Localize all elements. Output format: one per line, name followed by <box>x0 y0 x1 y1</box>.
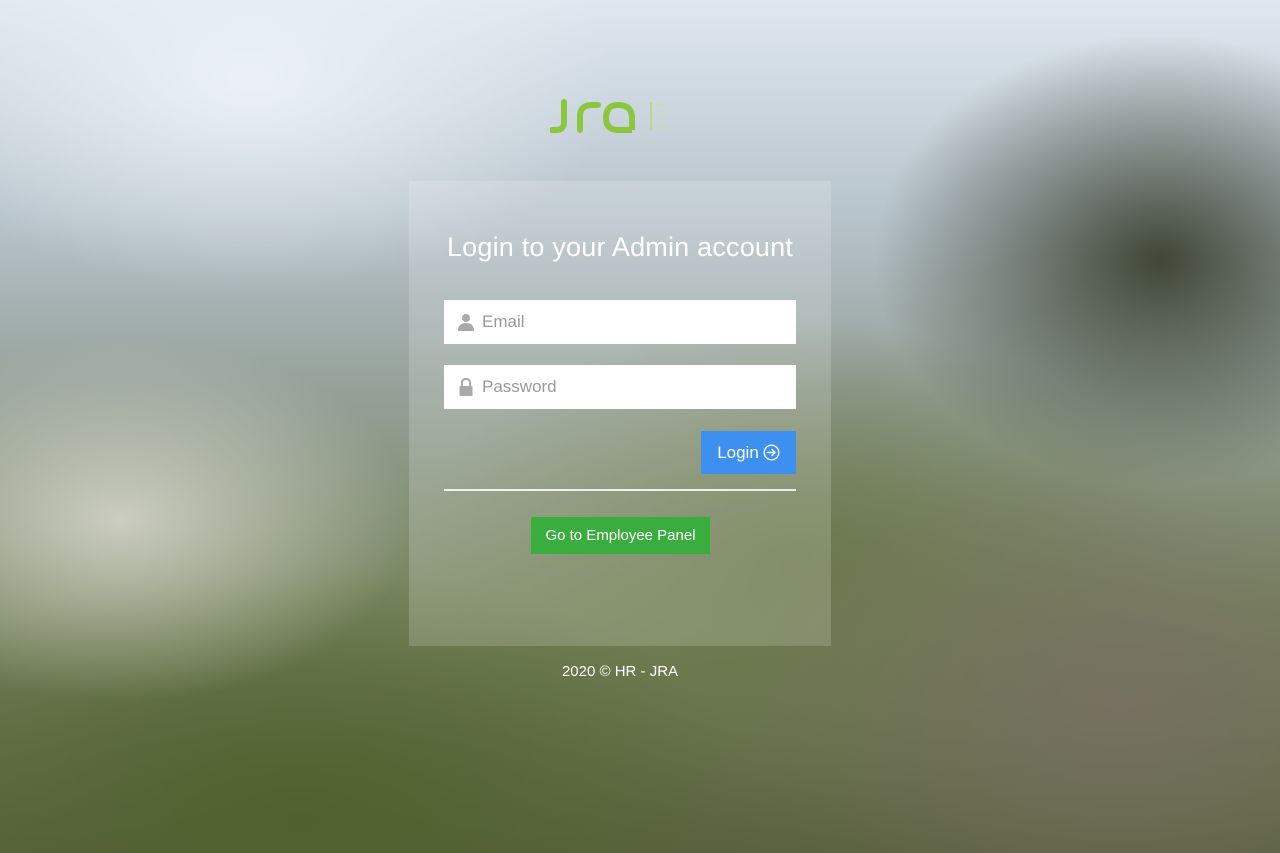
lock-icon <box>459 378 473 396</box>
arrow-circle-right-icon <box>763 444 780 461</box>
user-icon <box>458 314 474 331</box>
jra-logo <box>550 99 669 133</box>
divider <box>444 489 796 491</box>
login-button[interactable]: Login <box>701 431 796 474</box>
footer-copyright: 2020 © HR - JRA <box>561 663 679 680</box>
email-input[interactable] <box>482 300 782 344</box>
login-title: Login to your Admin account <box>446 232 794 262</box>
go-to-employee-panel-button[interactable]: Go to Employee Panel <box>531 517 710 554</box>
email-field[interactable] <box>444 300 796 344</box>
login-card: Login to your Admin account Login Go to … <box>409 181 831 646</box>
password-field[interactable] <box>444 365 796 409</box>
password-input[interactable] <box>482 365 782 409</box>
login-button-label: Login <box>717 442 759 462</box>
